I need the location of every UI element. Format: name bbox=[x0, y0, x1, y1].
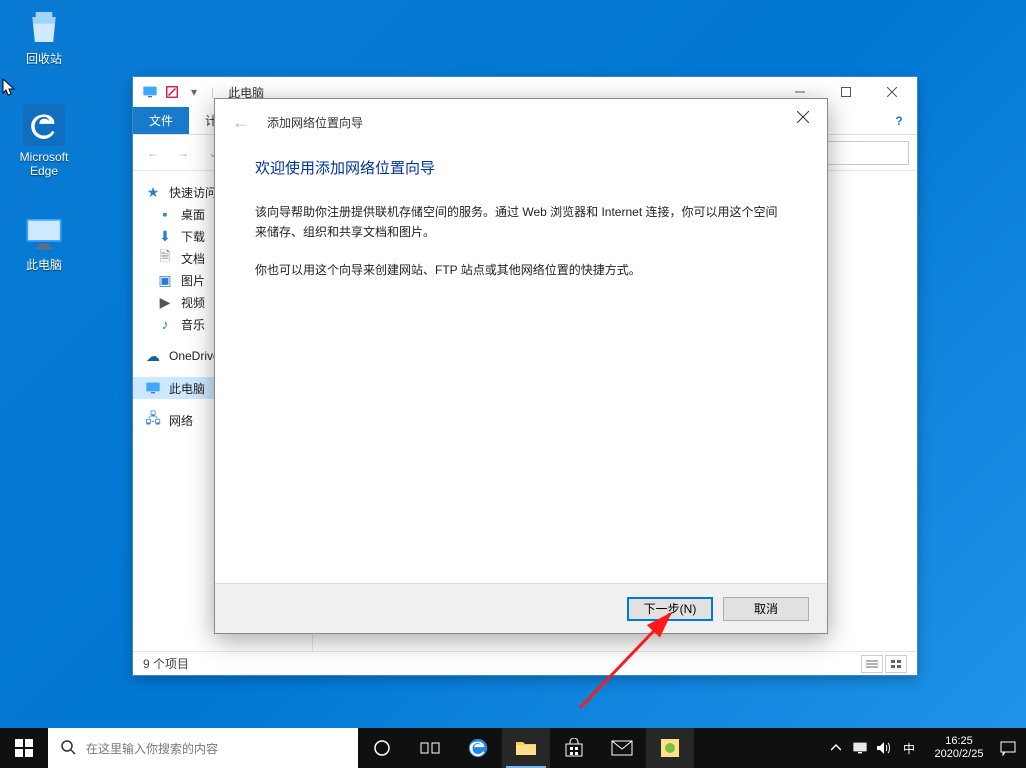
ime-indicator[interactable]: 中 bbox=[896, 740, 922, 757]
clock-time: 16:25 bbox=[945, 735, 973, 748]
music-icon: ♪ bbox=[157, 316, 173, 332]
action-center-button[interactable] bbox=[996, 728, 1020, 768]
edge-icon bbox=[23, 104, 65, 146]
quick-access-toolbar: ▾ | bbox=[135, 83, 218, 101]
taskbar: 在这里输入你搜索的内容 中 16:25 2020/2/25 bbox=[0, 728, 1026, 768]
wizard-paragraph: 该向导帮助你注册提供联机存储空间的服务。通过 Web 浏览器和 Internet… bbox=[255, 202, 787, 242]
separator: | bbox=[207, 85, 218, 99]
desktop-icon-recycle-bin[interactable]: 回收站 bbox=[6, 6, 82, 66]
system-tray: 中 16:25 2020/2/25 bbox=[824, 728, 1026, 768]
tree-label: 此电脑 bbox=[169, 380, 205, 397]
wizard-breadcrumb: 添加网络位置向导 bbox=[267, 114, 363, 131]
qat-dropdown-icon[interactable]: ▾ bbox=[185, 83, 203, 101]
tree-label: 快速访问 bbox=[169, 184, 217, 201]
network-icon: 🖧 bbox=[145, 412, 161, 428]
help-icon[interactable]: ? bbox=[889, 107, 909, 134]
view-details-button[interactable] bbox=[861, 655, 883, 673]
nav-forward-button[interactable]: → bbox=[171, 141, 195, 165]
this-pc-small-icon bbox=[141, 83, 159, 101]
cortana-button[interactable] bbox=[358, 728, 406, 768]
desktop-icon: ▪ bbox=[157, 206, 173, 222]
desktop-icon-label: 回收站 bbox=[6, 52, 82, 66]
taskbar-app[interactable] bbox=[646, 728, 694, 768]
mouse-cursor bbox=[2, 78, 16, 98]
wizard-close-button[interactable] bbox=[783, 101, 823, 133]
start-button[interactable] bbox=[0, 728, 48, 768]
videos-icon: ▶ bbox=[157, 294, 173, 310]
this-pc-icon bbox=[145, 380, 161, 396]
desktop-icon-edge[interactable]: MicrosoftEdge bbox=[6, 104, 82, 178]
task-view-button[interactable] bbox=[406, 728, 454, 768]
recycle-bin-icon bbox=[23, 6, 65, 48]
tray-overflow-button[interactable] bbox=[824, 728, 848, 768]
next-button[interactable]: 下一步(N) bbox=[627, 597, 713, 621]
desktop: 回收站 MicrosoftEdge 此电脑 ▾ | 此电脑 bbox=[0, 0, 1026, 768]
desktop-icon-label: MicrosoftEdge bbox=[6, 150, 82, 178]
desktop-icon-label: 此电脑 bbox=[6, 258, 82, 272]
status-item-count: 9 个项目 bbox=[143, 655, 189, 672]
tree-label: 桌面 bbox=[181, 206, 205, 223]
clock-date: 2020/2/25 bbox=[935, 748, 984, 761]
ribbon-tab-file[interactable]: 文件 bbox=[133, 107, 189, 134]
taskbar-mail[interactable] bbox=[598, 728, 646, 768]
taskbar-pinned bbox=[358, 728, 694, 768]
tree-label: 文档 bbox=[181, 250, 205, 267]
taskbar-file-explorer[interactable] bbox=[502, 728, 550, 768]
wizard-body: 欢迎使用添加网络位置向导 该向导帮助你注册提供联机存储空间的服务。通过 Web … bbox=[215, 145, 827, 280]
onedrive-icon: ☁ bbox=[145, 348, 161, 364]
add-network-location-wizard: ← 添加网络位置向导 欢迎使用添加网络位置向导 该向导帮助你注册提供联机存储空间… bbox=[214, 98, 828, 634]
search-icon bbox=[60, 739, 76, 758]
nav-back-button[interactable]: ← bbox=[141, 141, 165, 165]
this-pc-icon bbox=[23, 212, 65, 254]
wizard-footer: 下一步(N) 取消 bbox=[215, 583, 827, 633]
cancel-button[interactable]: 取消 bbox=[723, 597, 809, 621]
downloads-icon: ⬇ bbox=[157, 228, 173, 244]
close-button[interactable] bbox=[869, 77, 915, 107]
wizard-header: ← 添加网络位置向导 bbox=[215, 99, 827, 145]
properties-icon[interactable] bbox=[163, 83, 181, 101]
tray-network-icon[interactable] bbox=[848, 728, 872, 768]
star-icon: ★ bbox=[145, 184, 161, 200]
desktop-icon-this-pc[interactable]: 此电脑 bbox=[6, 212, 82, 272]
tray-volume-icon[interactable] bbox=[872, 728, 896, 768]
maximize-button[interactable] bbox=[823, 77, 869, 107]
view-icons-button[interactable] bbox=[885, 655, 907, 673]
tree-label: OneDrive bbox=[169, 349, 220, 363]
taskbar-edge[interactable] bbox=[454, 728, 502, 768]
tree-label: 网络 bbox=[169, 412, 193, 429]
documents-icon: 🗎 bbox=[157, 250, 173, 266]
pictures-icon: ▣ bbox=[157, 272, 173, 288]
tree-label: 音乐 bbox=[181, 316, 205, 333]
status-bar: 9 个项目 bbox=[133, 651, 917, 675]
wizard-paragraph: 你也可以用这个向导来创建网站、FTP 站点或其他网络位置的快捷方式。 bbox=[255, 260, 787, 280]
taskbar-search[interactable]: 在这里输入你搜索的内容 bbox=[48, 728, 358, 768]
tree-label: 图片 bbox=[181, 272, 205, 289]
tree-label: 下载 bbox=[181, 228, 205, 245]
search-placeholder: 在这里输入你搜索的内容 bbox=[86, 740, 218, 757]
wizard-back-button: ← bbox=[229, 110, 253, 134]
taskbar-store[interactable] bbox=[550, 728, 598, 768]
taskbar-clock[interactable]: 16:25 2020/2/25 bbox=[922, 735, 996, 761]
wizard-heading: 欢迎使用添加网络位置向导 bbox=[255, 157, 787, 178]
tree-label: 视频 bbox=[181, 294, 205, 311]
